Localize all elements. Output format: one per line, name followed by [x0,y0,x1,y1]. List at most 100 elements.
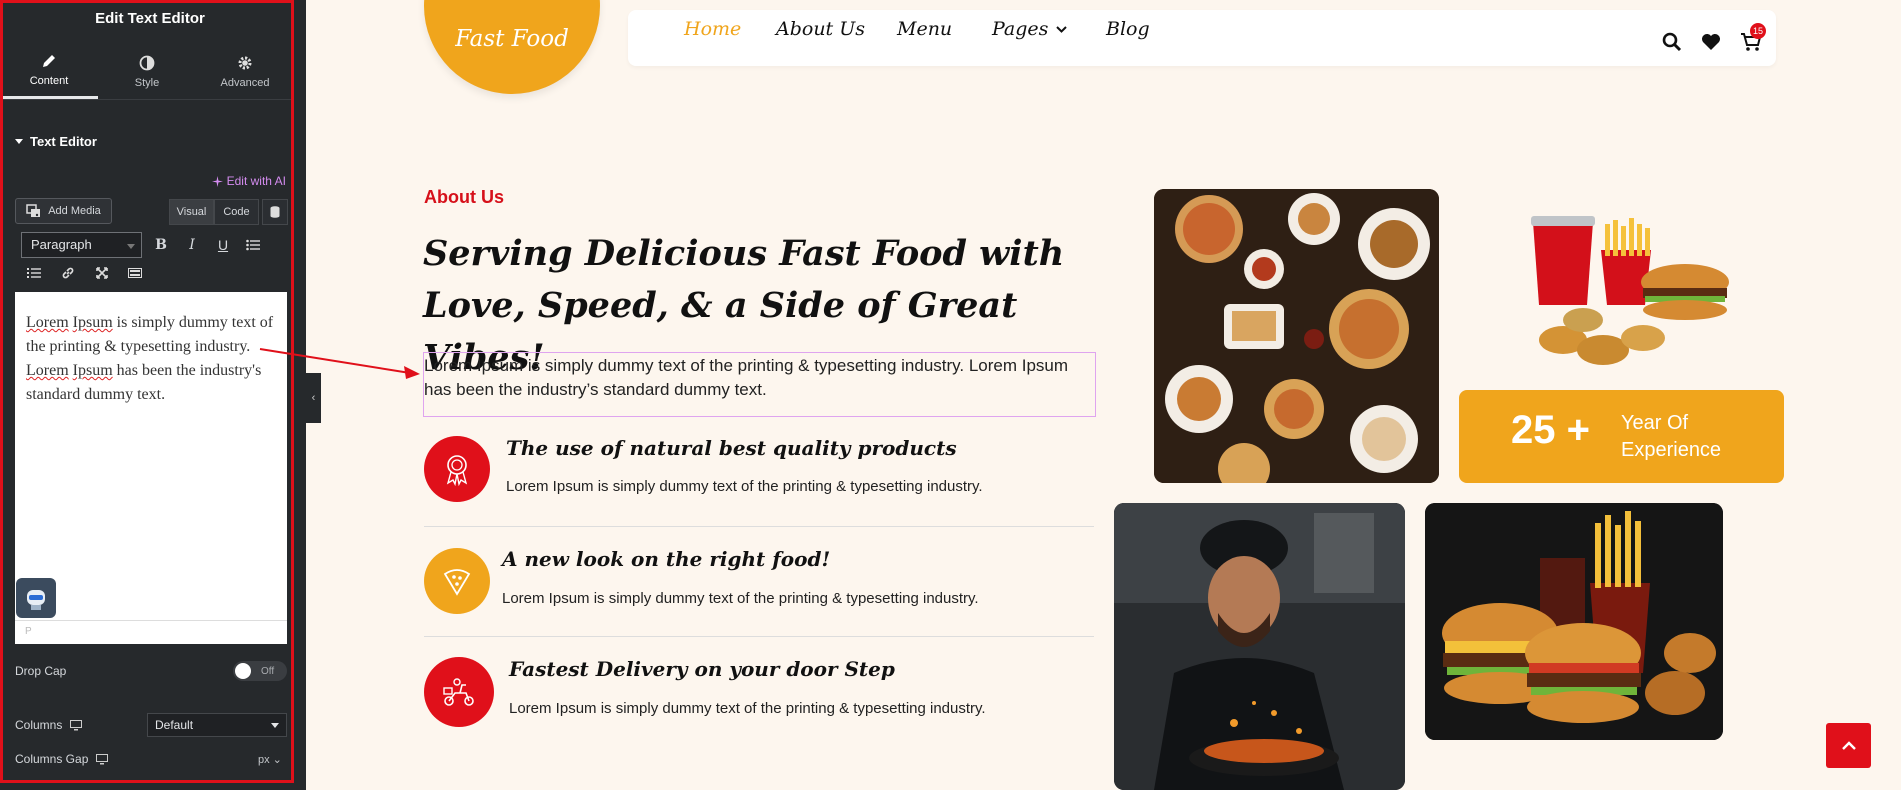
tab-content[interactable]: Content [0,44,98,99]
media-icon [26,204,41,217]
panel-collapse-button[interactable]: ‹ [306,373,321,423]
cart-count-badge: 15 [1750,23,1766,39]
editor-content[interactable]: Lorem Ipsum is simply dummy text of the … [15,292,287,407]
section-toggle-text-editor[interactable]: Text Editor [15,134,97,149]
feature-icon-2 [424,548,490,614]
numbered-list-icon [27,268,41,278]
panel-title: Edit Text Editor [95,10,205,27]
columns-text: Columns [15,718,63,732]
underline-button[interactable]: U [211,233,235,257]
bullet-list-icon [246,239,260,251]
caret-down-icon [15,138,23,144]
drop-cap-value: Off [261,665,275,677]
nav-home[interactable]: Home [684,18,741,40]
ai-bot-avatar[interactable] [16,578,56,618]
search-icon [1662,32,1682,52]
database-icon [270,206,280,218]
burger-fries-illustration [1425,503,1723,740]
nav-menu[interactable]: Menu [897,18,952,40]
editor-word: Lorem [26,362,69,379]
heart-icon [1702,34,1720,50]
chevron-left-icon: ‹ [311,392,316,404]
nav-pages[interactable]: Pages [992,18,1068,40]
add-media-button[interactable]: Add Media [15,198,112,224]
editor-status-path: P [15,620,287,644]
underline-icon: U [217,237,229,253]
tab-advanced-label: Advanced [220,76,270,89]
section-kicker: About Us [424,187,504,207]
editor-toolbar: Paragraph B I U [15,226,287,292]
unit-selector[interactable]: px ⌄ [258,753,282,766]
desktop-icon [70,719,83,730]
combo-meal-photo [1503,210,1733,380]
columns-label: Columns [15,718,83,732]
contrast-icon [139,55,155,70]
chevron-down-icon [127,244,135,249]
drop-cap-label: Drop Cap [15,664,66,678]
nav-blog[interactable]: Blog [1106,18,1150,40]
section-title: Text Editor [30,134,97,149]
editor-word: Lorem [26,314,69,331]
feature-icon-3 [424,657,494,727]
drop-cap-text: Drop Cap [15,664,67,678]
chef-illustration [1114,503,1405,790]
tab-advanced[interactable]: Advanced [196,44,294,99]
feature-divider [424,526,1094,527]
editor-word: Ipsum [72,362,113,379]
feature-title-3: Fastest Delivery on your door Step [509,657,895,681]
toggle-knob [235,663,251,679]
expand-icon [96,267,108,279]
nav-pages-label: Pages [992,18,1049,40]
bullet-list-button[interactable] [241,233,265,257]
tab-style-label: Style [134,76,160,89]
link-icon [62,267,74,279]
feature-divider [424,636,1094,637]
food-spread-photo [1154,189,1439,483]
unit-value: px [258,754,270,766]
code-tab[interactable]: Code [214,199,259,225]
format-select[interactable]: Paragraph [21,232,142,258]
bold-icon: B [155,237,167,253]
chevron-down-icon [1056,25,1068,33]
chevron-down-icon [271,723,279,728]
selected-text-widget[interactable]: Lorem Ipsum is simply dummy text of the … [423,352,1096,417]
toolbar-toggle-button[interactable] [123,261,147,285]
scroll-to-top-button[interactable] [1826,723,1871,768]
visual-tab[interactable]: Visual [169,199,214,225]
delivery-scooter-icon [443,678,474,706]
drop-cap-toggle[interactable]: Off [233,661,287,681]
award-badge-icon [446,455,468,486]
keyboard-icon [128,268,142,278]
fullscreen-button[interactable] [90,261,114,285]
tab-content-label: Content [29,75,69,87]
chevron-up-icon [1841,740,1856,750]
database-button[interactable] [262,199,288,225]
search-button[interactable] [1660,30,1684,54]
rich-text-editor[interactable]: Lorem Ipsum is simply dummy text of the … [15,292,287,620]
wishlist-button[interactable] [1699,30,1723,54]
format-select-value: Paragraph [31,237,92,252]
pencil-icon [43,55,55,67]
feature-text-3: Lorem Ipsum is simply dummy text of the … [509,700,986,717]
italic-button[interactable]: I [180,233,204,257]
feature-text-1: Lorem Ipsum is simply dummy text of the … [506,478,983,495]
tab-style[interactable]: Style [98,44,196,99]
experience-label: Year Of Experience [1621,412,1722,461]
experience-number: 25 + [1511,408,1590,452]
logo-text: Fast Food [455,26,569,52]
bold-button[interactable]: B [149,233,173,257]
columns-gap-label: Columns Gap [15,752,109,766]
link-button[interactable] [56,261,80,285]
pizza-slice-icon [443,569,471,596]
edit-with-ai-label: Edit with AI [226,174,286,188]
columns-select[interactable]: Default [147,713,287,737]
gear-icon [238,56,252,69]
numbered-list-button[interactable] [22,261,46,285]
edit-with-ai-link[interactable]: Edit with AI [211,174,286,188]
editor-mode-tabs: Visual Code [169,199,288,225]
chef-photo [1114,503,1405,790]
nav-about-us[interactable]: About Us [776,18,865,40]
site-logo[interactable]: Fast Food [424,0,600,94]
editor-word: Ipsum [72,314,113,331]
columns-select-value: Default [155,718,194,732]
